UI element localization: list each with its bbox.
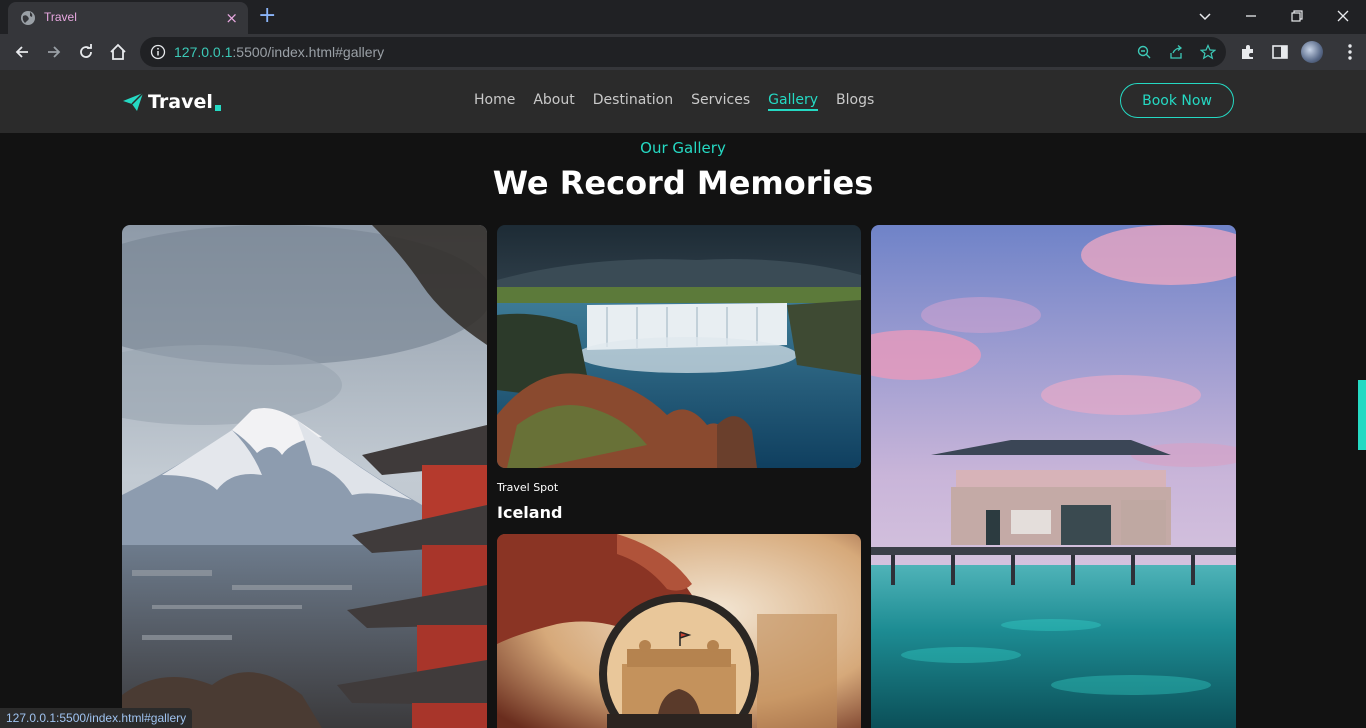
extensions-puzzle-icon[interactable] bbox=[1239, 43, 1257, 61]
globe-icon bbox=[21, 11, 35, 25]
logo-text: Travel bbox=[148, 91, 213, 113]
nav-destination[interactable]: Destination bbox=[593, 92, 673, 111]
profile-avatar[interactable] bbox=[1301, 41, 1323, 63]
nav-blogs[interactable]: Blogs bbox=[836, 92, 874, 111]
site-header: Travel Home About Destination Services G… bbox=[0, 70, 1366, 133]
section-subtitle: Our Gallery bbox=[640, 139, 726, 157]
status-bar-url: 127.0.0.1:5500/index.html#gallery bbox=[0, 708, 193, 728]
tab-close-icon[interactable]: × bbox=[225, 8, 238, 28]
main-nav: Home About Destination Services Gallery … bbox=[474, 92, 874, 111]
new-tab-button[interactable]: + bbox=[258, 4, 276, 28]
menu-kebab-icon[interactable] bbox=[1342, 43, 1358, 61]
tab-search-chevron-icon[interactable] bbox=[1195, 6, 1215, 26]
gallery-image-water-villa[interactable] bbox=[871, 225, 1236, 728]
reload-icon[interactable] bbox=[76, 42, 96, 62]
browser-tab[interactable]: Travel × bbox=[8, 2, 248, 34]
logo[interactable]: Travel bbox=[122, 88, 221, 116]
close-window-icon[interactable] bbox=[1333, 6, 1353, 26]
tab-title: Travel bbox=[44, 10, 77, 24]
forward-arrow-icon[interactable] bbox=[44, 42, 64, 62]
info-icon[interactable] bbox=[150, 44, 166, 60]
browser-tab-bar: Travel × + bbox=[0, 0, 1366, 34]
paper-plane-icon bbox=[123, 92, 144, 111]
minimize-icon[interactable] bbox=[1241, 6, 1261, 26]
nav-home[interactable]: Home bbox=[474, 92, 515, 111]
gallery-image-iceland[interactable] bbox=[497, 225, 861, 468]
zoom-icon[interactable] bbox=[1136, 44, 1152, 60]
nav-gallery[interactable]: Gallery bbox=[768, 92, 819, 111]
card-label: Travel Spot bbox=[497, 481, 559, 494]
home-icon[interactable] bbox=[108, 42, 128, 62]
bookmark-star-icon[interactable] bbox=[1200, 44, 1216, 60]
url-text: 127.0.0.1:5500/index.html#gallery bbox=[174, 44, 385, 60]
gallery-image-gateway-lens[interactable] bbox=[497, 534, 861, 728]
side-panel-icon[interactable] bbox=[1271, 43, 1289, 61]
gallery-image-mount-fuji[interactable] bbox=[122, 225, 487, 728]
logo-dot bbox=[214, 105, 221, 111]
back-arrow-icon[interactable] bbox=[12, 42, 32, 62]
scrollbar-thumb[interactable] bbox=[1358, 380, 1366, 450]
card-title: Iceland bbox=[497, 503, 563, 522]
share-icon[interactable] bbox=[1168, 44, 1184, 60]
section-heading: We Record Memories bbox=[492, 164, 874, 202]
restore-icon[interactable] bbox=[1287, 6, 1307, 26]
book-now-button[interactable]: Book Now bbox=[1120, 83, 1234, 118]
address-bar[interactable]: 127.0.0.1:5500/index.html#gallery bbox=[140, 37, 1226, 67]
nav-services[interactable]: Services bbox=[691, 92, 750, 111]
nav-about[interactable]: About bbox=[533, 92, 574, 111]
browser-toolbar: 127.0.0.1:5500/index.html#gallery bbox=[0, 34, 1366, 70]
